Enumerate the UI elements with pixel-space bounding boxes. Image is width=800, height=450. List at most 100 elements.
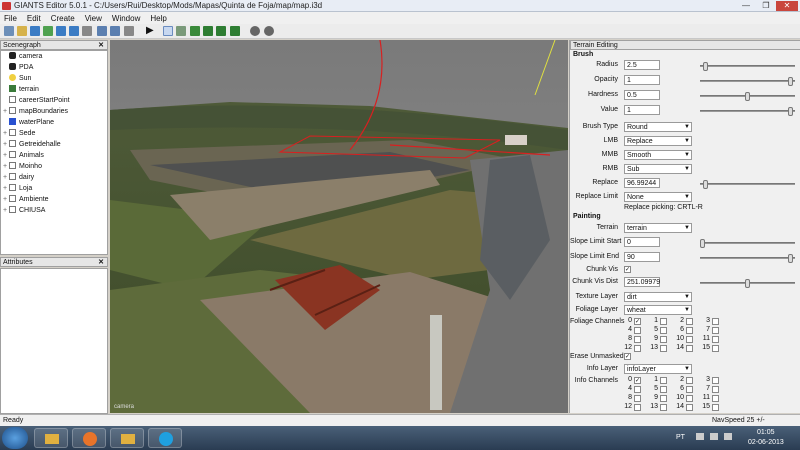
close-icon[interactable]: ✕ <box>98 41 104 50</box>
channel-checkbox[interactable] <box>712 327 719 334</box>
slider-thumb[interactable] <box>788 107 793 116</box>
channel-checkbox[interactable] <box>660 327 667 334</box>
info-layer-select[interactable]: infoLayer ▼ <box>624 364 692 374</box>
menu-edit[interactable]: Edit <box>27 14 41 23</box>
slider-thumb[interactable] <box>700 239 705 248</box>
slope-start-slider[interactable] <box>700 239 795 248</box>
gizmo-rotate-icon[interactable] <box>264 26 274 36</box>
slope-start-input[interactable]: 0 <box>624 237 660 247</box>
explorer-task[interactable] <box>34 428 68 448</box>
tree-item[interactable]: + Ambiente <box>3 195 49 205</box>
save-as-icon[interactable] <box>56 26 66 36</box>
channel-checkbox[interactable] <box>660 377 667 384</box>
foliage-paint-icon[interactable] <box>203 26 213 36</box>
channel-checkbox[interactable]: ✓ <box>634 377 641 384</box>
tree-item[interactable]: + Moinho <box>3 162 42 172</box>
undo-icon[interactable] <box>97 26 107 36</box>
folder-task[interactable] <box>110 428 144 448</box>
slider-thumb[interactable] <box>788 254 793 263</box>
foliage-layer-select[interactable]: wheat ▼ <box>624 305 692 315</box>
copy-icon[interactable] <box>124 26 134 36</box>
tree-item[interactable]: + Animals <box>3 151 44 161</box>
clock-time[interactable]: 01:05 <box>757 429 775 436</box>
channel-checkbox[interactable] <box>660 386 667 393</box>
firefox-task[interactable] <box>72 428 106 448</box>
channel-checkbox[interactable] <box>686 395 693 402</box>
tree-item[interactable]: waterPlane <box>9 118 54 128</box>
tree-item[interactable]: terrain <box>9 85 39 95</box>
redo-icon[interactable] <box>110 26 120 36</box>
channel-checkbox[interactable] <box>712 336 719 343</box>
radius-slider[interactable] <box>700 62 795 71</box>
play-icon[interactable]: ▶ <box>146 26 156 36</box>
value-slider[interactable] <box>700 107 795 116</box>
channel-checkbox[interactable] <box>634 404 641 411</box>
paint-terrain-select[interactable]: terrain ▼ <box>624 223 692 233</box>
close-button[interactable]: ✕ <box>776 1 798 11</box>
tree-item[interactable]: + mapBoundaries <box>3 107 68 117</box>
channel-checkbox[interactable] <box>634 395 641 402</box>
tree-item[interactable]: camera <box>9 52 42 62</box>
tree-item[interactable]: + dairy <box>3 173 34 183</box>
3d-viewport[interactable]: camera <box>110 40 568 413</box>
channel-checkbox[interactable] <box>712 377 719 384</box>
channel-checkbox[interactable] <box>660 318 667 325</box>
replace-input[interactable]: 96.99244 <box>624 178 660 188</box>
volume-icon[interactable] <box>724 433 732 440</box>
tree-item[interactable]: + CHIUSA <box>3 206 45 216</box>
save-icon[interactable] <box>30 26 40 36</box>
channel-checkbox[interactable] <box>686 327 693 334</box>
menu-view[interactable]: View <box>85 14 102 23</box>
tree-item[interactable]: PDA <box>9 63 33 73</box>
export-icon[interactable] <box>69 26 79 36</box>
open-icon[interactable] <box>17 26 27 36</box>
channel-checkbox[interactable] <box>634 336 641 343</box>
texture-layer-select[interactable]: dirt ▼ <box>624 292 692 302</box>
slope-end-slider[interactable] <box>700 254 795 263</box>
channel-checkbox[interactable]: ✓ <box>634 318 641 325</box>
start-button[interactable] <box>2 427 28 449</box>
radius-input[interactable]: 2.5 <box>624 60 660 70</box>
terrain-sculpt-icon[interactable] <box>176 26 186 36</box>
hardness-input[interactable]: 0.5 <box>624 90 660 100</box>
channel-checkbox[interactable] <box>686 377 693 384</box>
channel-checkbox[interactable] <box>712 386 719 393</box>
foliage-erase-icon[interactable] <box>216 26 226 36</box>
language-indicator[interactable]: PT <box>676 434 685 441</box>
menu-create[interactable]: Create <box>51 14 75 23</box>
channel-checkbox[interactable] <box>712 318 719 325</box>
new-icon[interactable] <box>4 26 14 36</box>
notification-icon[interactable] <box>696 433 704 440</box>
chunk-vis-checkbox[interactable]: ✓ <box>624 266 631 273</box>
tree-item[interactable]: + Sede <box>3 129 35 139</box>
terrain-paint-icon[interactable] <box>190 26 200 36</box>
channel-checkbox[interactable] <box>660 345 667 352</box>
tree-item[interactable]: + Getreidehalle <box>3 140 61 150</box>
menu-file[interactable]: File <box>4 14 17 23</box>
channel-checkbox[interactable] <box>712 345 719 352</box>
channel-checkbox[interactable] <box>660 336 667 343</box>
clock-date[interactable]: 02-06-2013 <box>748 439 784 446</box>
value-input[interactable]: 1 <box>624 105 660 115</box>
channel-checkbox[interactable] <box>686 336 693 343</box>
scenegraph-tree[interactable]: camera PDA Sun terrain careerStartPoint … <box>0 50 108 255</box>
chunk-vis-dist-input[interactable]: 251.09979 <box>624 277 660 287</box>
slider-thumb[interactable] <box>703 62 708 71</box>
slider-thumb[interactable] <box>745 92 750 101</box>
brush-type-select[interactable]: Round ▼ <box>624 122 692 132</box>
chunk-vis-dist-slider[interactable] <box>700 279 795 288</box>
slider-thumb[interactable] <box>788 77 793 86</box>
channel-checkbox[interactable] <box>634 327 641 334</box>
skype-task[interactable] <box>148 428 182 448</box>
slider-thumb[interactable] <box>745 279 750 288</box>
erase-unmasked-checkbox[interactable]: ✓ <box>624 353 631 360</box>
refresh-icon[interactable] <box>43 26 53 36</box>
menu-window[interactable]: Window <box>112 14 140 23</box>
channel-checkbox[interactable] <box>634 386 641 393</box>
slider-thumb[interactable] <box>703 180 708 189</box>
channel-checkbox[interactable] <box>712 404 719 411</box>
channel-checkbox[interactable] <box>712 395 719 402</box>
maximize-button[interactable]: ❐ <box>756 1 776 11</box>
channel-checkbox[interactable] <box>686 318 693 325</box>
channel-checkbox[interactable] <box>686 345 693 352</box>
